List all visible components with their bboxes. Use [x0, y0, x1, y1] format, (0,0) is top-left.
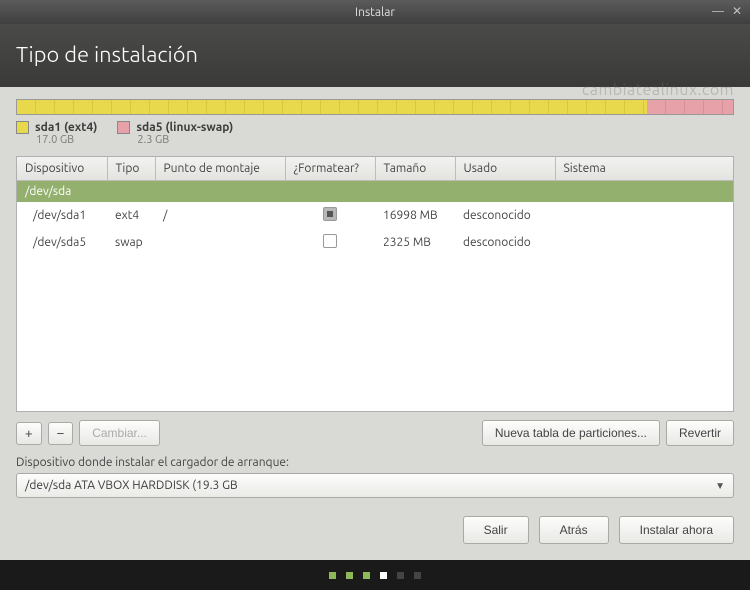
- cell-type: ext4: [107, 202, 155, 229]
- disk-device: /dev/sda: [17, 181, 733, 203]
- dot-icon: [329, 572, 336, 579]
- change-partition-button[interactable]: Cambiar...: [79, 420, 160, 446]
- legend-size: 2.3 GB: [137, 134, 233, 146]
- dot-icon: [363, 572, 370, 579]
- bootloader-select[interactable]: /dev/sda ATA VBOX HARDDISK (19.3 GB ▼: [16, 473, 734, 498]
- new-partition-table-button[interactable]: Nueva tabla de particiones...: [482, 420, 660, 446]
- cell-used: desconocido: [455, 202, 555, 229]
- legend: sda1 (ext4) 17.0 GB sda5 (linux-swap) 2.…: [16, 121, 734, 146]
- partition-table[interactable]: Dispositivo Tipo Punto de montaje ¿Forma…: [16, 156, 734, 412]
- col-format[interactable]: ¿Formatear?: [285, 157, 375, 181]
- cell-size: 16998 MB: [375, 202, 455, 229]
- cell-system: [555, 229, 733, 256]
- cell-type: swap: [107, 229, 155, 256]
- page-title: Tipo de instalación: [16, 42, 198, 67]
- window-title: Instalar: [355, 6, 395, 19]
- col-mount[interactable]: Punto de montaje: [155, 157, 285, 181]
- table-empty-area: [17, 256, 733, 411]
- legend-item: sda5 (linux-swap) 2.3 GB: [117, 121, 233, 146]
- remove-partition-button[interactable]: −: [48, 422, 74, 445]
- back-button[interactable]: Atrás: [539, 516, 609, 544]
- col-system[interactable]: Sistema: [555, 157, 733, 181]
- minimize-icon[interactable]: —: [712, 6, 724, 18]
- cell-device: /dev/sda5: [17, 229, 107, 256]
- disk-row[interactable]: /dev/sda: [17, 181, 733, 203]
- close-icon[interactable]: ✕: [732, 6, 742, 18]
- dot-icon: [397, 572, 404, 579]
- cell-used: desconocido: [455, 229, 555, 256]
- content-area: cambiatealinux.com sda1 (ext4) 17.0 GB s…: [0, 87, 750, 560]
- format-checkbox[interactable]: [323, 234, 337, 248]
- table-row[interactable]: /dev/sda1 ext4 / 16998 MB desconocido: [17, 202, 733, 229]
- cell-system: [555, 202, 733, 229]
- col-type[interactable]: Tipo: [107, 157, 155, 181]
- revert-button[interactable]: Revertir: [666, 420, 734, 446]
- legend-swatch-icon: [117, 121, 130, 134]
- dot-icon: [414, 572, 421, 579]
- disk-segment-sda1: [17, 100, 647, 114]
- footer-buttons: Salir Atrás Instalar ahora: [16, 516, 734, 544]
- partition-toolbar: + − Cambiar... Nueva tabla de particione…: [16, 420, 734, 446]
- bootloader-value: /dev/sda ATA VBOX HARDDISK (19.3 GB: [25, 479, 238, 492]
- cell-size: 2325 MB: [375, 229, 455, 256]
- bootloader-label: Dispositivo donde instalar el cargador d…: [16, 456, 734, 469]
- add-partition-button[interactable]: +: [16, 422, 42, 445]
- page-header: Tipo de instalación: [0, 24, 750, 87]
- legend-label: sda1 (ext4): [35, 121, 97, 134]
- col-device[interactable]: Dispositivo: [17, 157, 107, 181]
- cell-mount: /: [155, 202, 285, 229]
- dot-icon: [346, 572, 353, 579]
- cell-mount: [155, 229, 285, 256]
- col-size[interactable]: Tamaño: [375, 157, 455, 181]
- table-header-row: Dispositivo Tipo Punto de montaje ¿Forma…: [17, 157, 733, 181]
- format-checkbox[interactable]: [323, 207, 337, 221]
- watermark: cambiatealinux.com: [582, 81, 734, 99]
- cell-device: /dev/sda1: [17, 202, 107, 229]
- quit-button[interactable]: Salir: [463, 516, 529, 544]
- disk-segment-sda5: [647, 100, 733, 114]
- col-used[interactable]: Usado: [455, 157, 555, 181]
- titlebar: Instalar — ✕: [0, 0, 750, 24]
- legend-label: sda5 (linux-swap): [136, 121, 233, 134]
- page-indicator: [0, 560, 750, 590]
- dot-icon: [380, 572, 387, 579]
- legend-size: 17.0 GB: [36, 134, 97, 146]
- table-row[interactable]: /dev/sda5 swap 2325 MB desconocido: [17, 229, 733, 256]
- legend-item: sda1 (ext4) 17.0 GB: [16, 121, 97, 146]
- legend-swatch-icon: [16, 121, 29, 134]
- installer-window: Instalar — ✕ Tipo de instalación cambiat…: [0, 0, 750, 560]
- chevron-down-icon: ▼: [715, 480, 725, 492]
- install-now-button[interactable]: Instalar ahora: [619, 516, 734, 544]
- disk-usage-bar: [16, 99, 734, 115]
